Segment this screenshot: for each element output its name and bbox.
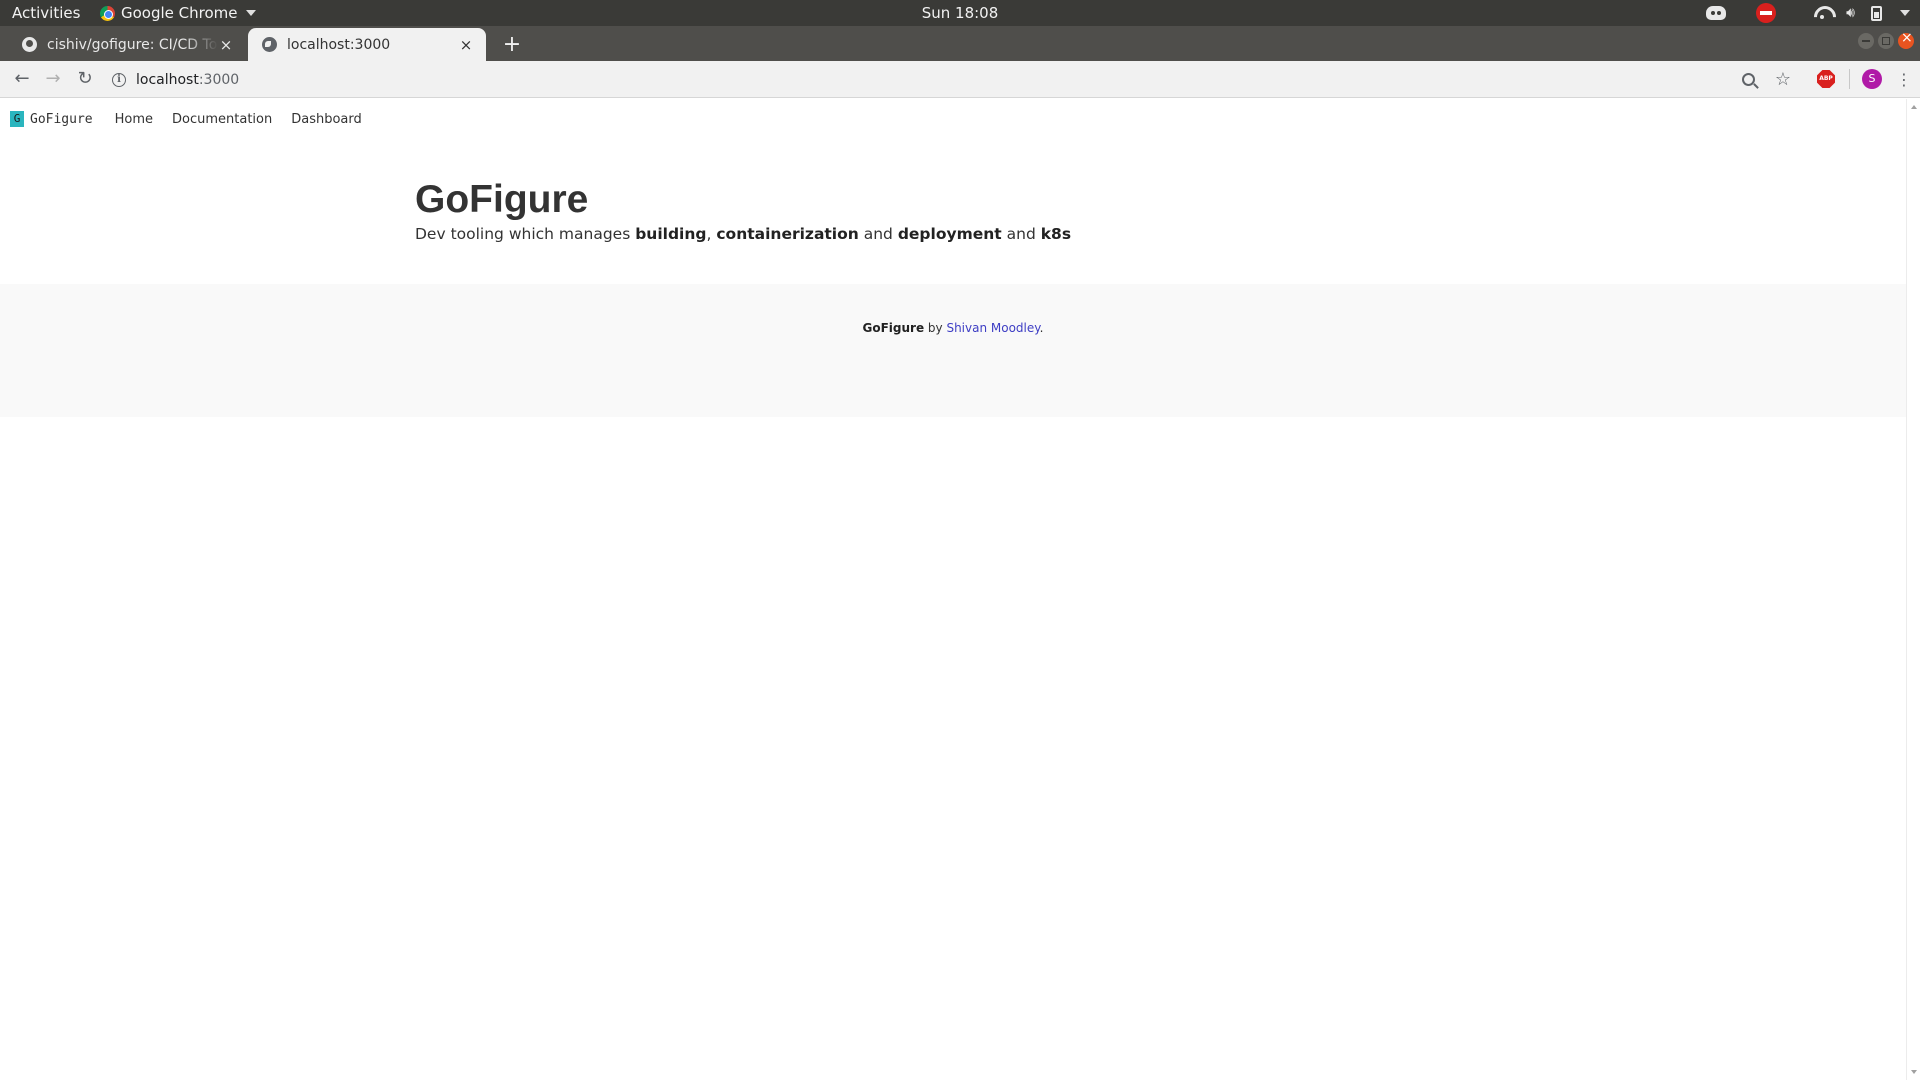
close-window-icon[interactable] xyxy=(1898,30,1914,49)
subtitle-and: and xyxy=(1001,225,1041,243)
blocked-icon[interactable] xyxy=(1756,3,1777,23)
subtitle-deployment: deployment xyxy=(897,225,1002,243)
discord-icon[interactable] xyxy=(1706,6,1727,20)
wifi-icon[interactable] xyxy=(1814,6,1830,20)
page-scrollbar[interactable] xyxy=(1906,99,1920,1080)
menu-icon[interactable]: ⋮ xyxy=(1896,70,1912,89)
author-link[interactable]: Shivan Moodley xyxy=(946,321,1039,335)
nav-documentation-link[interactable]: Documentation xyxy=(172,112,272,127)
browser-toolbar: ← → ↻ i localhost:3000 ☆ ABP S ⋮ xyxy=(0,61,1920,98)
nav-dashboard-link[interactable]: Dashboard xyxy=(291,112,362,127)
subtitle-comma: , xyxy=(706,225,717,243)
maximize-icon[interactable] xyxy=(1878,33,1894,49)
toolbar-divider xyxy=(1849,69,1850,89)
bookmark-star-icon[interactable]: ☆ xyxy=(1775,69,1791,90)
subtitle-k8s: k8s xyxy=(1040,225,1072,243)
site-footer: GoFigure by Shivan Moodley. xyxy=(0,284,1906,417)
page-subtitle: Dev tooling which manages building, cont… xyxy=(415,225,1071,243)
forward-button[interactable]: → xyxy=(41,67,65,91)
close-icon[interactable]: × xyxy=(458,36,474,54)
globe-icon xyxy=(262,37,277,52)
zoom-icon[interactable] xyxy=(1741,72,1755,86)
url-port: :3000 xyxy=(198,72,240,88)
back-button[interactable]: ← xyxy=(10,67,34,91)
url-host: localhost xyxy=(136,72,199,88)
tab-strip: cishiv/gofigure: CI/CD Tool × localhost:… xyxy=(0,26,1920,61)
clock[interactable]: Sun 18:08 xyxy=(0,4,1920,22)
tab-localhost[interactable]: localhost:3000 × xyxy=(248,28,486,61)
app-menu[interactable]: Google Chrome xyxy=(100,4,256,22)
reload-button[interactable]: ↻ xyxy=(73,67,97,91)
scroll-down-icon[interactable] xyxy=(1911,1070,1917,1074)
app-menu-label: Google Chrome xyxy=(121,4,238,22)
new-tab-button[interactable]: + xyxy=(498,31,526,59)
tab-title: localhost:3000 xyxy=(287,36,391,53)
footer-period: . xyxy=(1039,321,1044,335)
activities-button[interactable]: Activities xyxy=(12,4,80,22)
adblock-icon[interactable]: ABP xyxy=(1817,70,1835,88)
footer-credit: GoFigure by Shivan Moodley. xyxy=(0,321,1906,335)
system-top-bar: Activities Google Chrome Sun 18:08 🔊︎ xyxy=(0,0,1920,26)
page-viewport: G GoFigure Home Documentation Dashboard … xyxy=(0,99,1906,1080)
gofigure-logo-icon[interactable]: G xyxy=(10,111,24,127)
profile-avatar[interactable]: S xyxy=(1862,69,1882,89)
battery-icon[interactable] xyxy=(1871,5,1882,21)
info-icon[interactable]: i xyxy=(112,73,126,87)
tab-title: cishiv/gofigure: CI/CD Tool xyxy=(47,36,218,53)
footer-brand: GoFigure xyxy=(862,321,925,335)
site-navbar: G GoFigure Home Documentation Dashboard xyxy=(10,109,362,129)
tab-github[interactable]: cishiv/gofigure: CI/CD Tool × xyxy=(8,28,246,61)
window-controls xyxy=(1858,30,1914,49)
address-bar[interactable]: i localhost:3000 xyxy=(112,67,1732,93)
subtitle-and: and xyxy=(858,225,898,243)
url-text[interactable]: localhost:3000 xyxy=(136,72,239,88)
volume-icon[interactable]: 🔊︎ xyxy=(1846,5,1855,21)
chrome-icon xyxy=(100,5,115,21)
subtitle-containerization: containerization xyxy=(716,225,859,243)
chevron-down-icon xyxy=(245,10,256,16)
github-icon xyxy=(22,37,37,52)
page-title: GoFigure xyxy=(415,178,589,221)
subtitle-building: building xyxy=(635,225,707,243)
nav-home-link[interactable]: Home xyxy=(115,112,153,127)
minimize-icon[interactable] xyxy=(1858,33,1874,49)
system-tray: 🔊︎ xyxy=(1706,2,1910,24)
footer-by: by xyxy=(924,321,947,335)
system-menu-icon[interactable] xyxy=(1900,10,1910,16)
scroll-up-icon[interactable] xyxy=(1911,105,1917,109)
brand-link[interactable]: GoFigure xyxy=(30,112,93,127)
close-icon[interactable]: × xyxy=(218,36,234,54)
subtitle-text: Dev tooling which manages xyxy=(415,225,636,243)
toolbar-right: ☆ ABP S ⋮ xyxy=(1741,67,1920,91)
